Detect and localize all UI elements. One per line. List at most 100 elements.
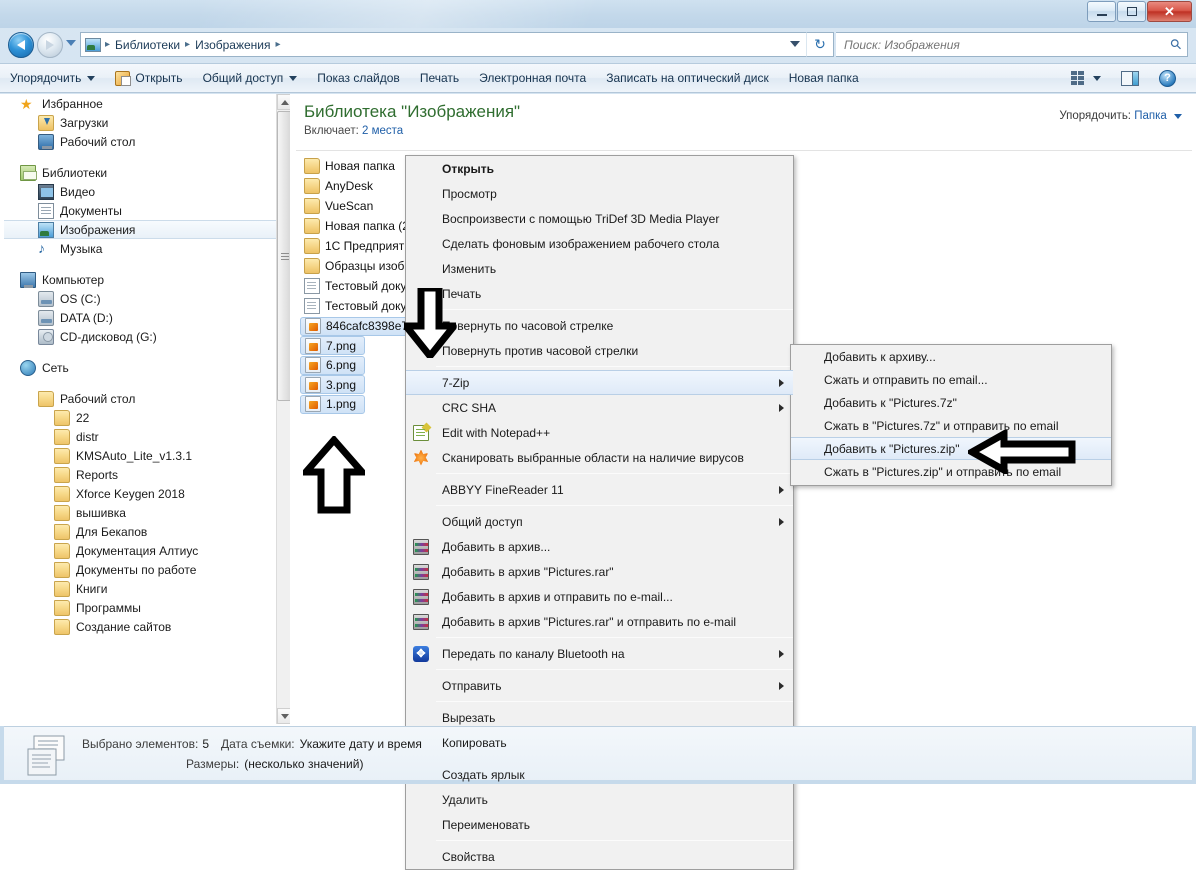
menu-item-edit-notepadpp[interactable]: Edit with Notepad++ <box>406 420 793 445</box>
toolbar-new-folder[interactable]: Новая папка <box>779 66 869 90</box>
sidebar-item-kmsauto[interactable]: KMSAuto_Lite_v1.3.1 <box>4 446 290 465</box>
sidebar-item-os-c[interactable]: OS (C:) <box>4 289 290 308</box>
menu-item-preview[interactable]: Просмотр <box>406 181 793 206</box>
toolbar-open[interactable]: Открыть <box>105 66 192 90</box>
menu-item-rotate-ccw[interactable]: Повернуть против часовой стрелки <box>406 338 793 363</box>
breadcrumb-item-libraries[interactable]: Библиотеки <box>112 38 183 52</box>
preview-pane-button[interactable] <box>1111 66 1149 90</box>
scroll-up-button[interactable] <box>277 94 290 110</box>
sidebar-item-cd-g[interactable]: CD-дисковод (G:) <box>4 327 290 346</box>
submenu-item-compress-zip-email[interactable]: Сжать в "Pictures.zip" и отправить по em… <box>791 460 1111 483</box>
navigation-pane[interactable]: ★ Избранное Загрузки Рабочий стол Библио… <box>4 94 290 724</box>
history-dropdown-icon[interactable] <box>66 40 76 46</box>
menu-item-create-shortcut[interactable]: Создать ярлык <box>406 762 793 787</box>
status-date-value[interactable]: Укажите дату и время <box>300 737 422 751</box>
toolbar-slideshow[interactable]: Показ слайдов <box>307 66 410 90</box>
toolbar-organize[interactable]: Упорядочить <box>0 66 105 90</box>
menu-item-rotate-cw[interactable]: Повернуть по часовой стрелке <box>406 313 793 338</box>
breadcrumb-separator-2[interactable]: ▸ <box>274 39 283 50</box>
change-view-button[interactable] <box>1061 66 1111 90</box>
list-item[interactable]: 6.png <box>300 355 366 375</box>
minimize-button[interactable] <box>1087 1 1116 22</box>
sidebar-item-distr[interactable]: distr <box>4 427 290 446</box>
sidebar-item-vyshivka[interactable]: вышивка <box>4 503 290 522</box>
sidebar-item-xforce[interactable]: Xforce Keygen 2018 <box>4 484 290 503</box>
sidebar-item-data-d[interactable]: DATA (D:) <box>4 308 290 327</box>
menu-item-edit[interactable]: Изменить <box>406 256 793 281</box>
list-item[interactable]: 1.png <box>300 394 366 414</box>
menu-item-7zip[interactable]: 7-Zip <box>406 370 793 395</box>
sidebar-item-backups[interactable]: Для Бекапов <box>4 522 290 541</box>
address-dropdown-icon[interactable] <box>790 41 800 47</box>
search-box[interactable]: ⚲ <box>836 32 1188 57</box>
sidebar-item-work-docs[interactable]: Документы по работе <box>4 560 290 579</box>
scroll-down-button[interactable] <box>277 708 290 724</box>
maximize-button[interactable] <box>1117 1 1146 22</box>
submenu-item-compress-7z-email[interactable]: Сжать в "Pictures.7z" и отправить по ema… <box>791 414 1111 437</box>
submenu-item-compress-email[interactable]: Сжать и отправить по email... <box>791 368 1111 391</box>
menu-item-rar-add-pictures[interactable]: Добавить в архив "Pictures.rar" <box>406 559 793 584</box>
help-button[interactable]: ? <box>1149 66 1186 90</box>
sidebar-item-programs[interactable]: Программы <box>4 598 290 617</box>
navigation-scrollbar[interactable] <box>276 94 290 724</box>
submenu-7zip[interactable]: Добавить к архиву... Сжать и отправить п… <box>790 344 1112 486</box>
arrange-by-control[interactable]: Упорядочить: Папка <box>1059 110 1182 122</box>
sidebar-item-documents[interactable]: Документы <box>4 201 290 220</box>
arrange-value[interactable]: Папка <box>1134 110 1167 122</box>
menu-item-rar-add-email[interactable]: Добавить в архив и отправить по e-mail..… <box>406 584 793 609</box>
sidebar-group-computer[interactable]: Компьютер <box>4 270 290 289</box>
submenu-item-add-to-archive[interactable]: Добавить к архиву... <box>791 345 1111 368</box>
scrollbar-thumb[interactable] <box>277 111 290 401</box>
submenu-item-add-pictures-7z[interactable]: Добавить к "Pictures.7z" <box>791 391 1111 414</box>
menu-item-crc-sha[interactable]: CRC SHA <box>406 395 793 420</box>
toolbar-print[interactable]: Печать <box>410 66 469 90</box>
toolbar-email[interactable]: Электронная почта <box>469 66 596 90</box>
toolbar-burn[interactable]: Записать на оптический диск <box>596 66 779 90</box>
menu-item-properties[interactable]: Свойства <box>406 844 793 869</box>
menu-item-print[interactable]: Печать <box>406 281 793 306</box>
back-button[interactable] <box>8 32 34 58</box>
menu-item-play-tridef[interactable]: Воспроизвести с помощью TriDef 3D Media … <box>406 206 793 231</box>
menu-item-abbyy-finereader[interactable]: ABBYY FineReader 11 <box>406 477 793 502</box>
menu-item-bluetooth-send[interactable]: ✥ Передать по каналу Bluetooth на <box>406 641 793 666</box>
menu-item-open[interactable]: Открыть <box>406 156 793 181</box>
menu-item-share[interactable]: Общий доступ <box>406 509 793 534</box>
sidebar-item-downloads[interactable]: Загрузки <box>4 113 290 132</box>
sidebar-item-video[interactable]: Видео <box>4 182 290 201</box>
menu-item-rename[interactable]: Переименовать <box>406 812 793 837</box>
breadcrumb-separator-0[interactable]: ▸ <box>103 39 112 50</box>
refresh-button[interactable]: ↻ <box>806 32 834 57</box>
sidebar-item-altius-docs[interactable]: Документация Алтиус <box>4 541 290 560</box>
close-button[interactable]: ✕ <box>1147 1 1192 22</box>
sidebar-group-libraries[interactable]: Библиотеки <box>4 163 290 182</box>
sidebar-item-site-building[interactable]: Создание сайтов <box>4 617 290 636</box>
library-includes-link[interactable]: 2 места <box>362 125 403 137</box>
pane-splitter[interactable] <box>291 94 294 724</box>
menu-item-rar-add[interactable]: Добавить в архив... <box>406 534 793 559</box>
forward-button[interactable] <box>37 32 63 58</box>
sidebar-item-desktop[interactable]: Рабочий стол <box>4 132 290 151</box>
sidebar-item-pictures[interactable]: Изображения <box>4 220 290 239</box>
breadcrumb[interactable]: ▸ Библиотеки ▸ Изображения ▸ <box>80 32 806 57</box>
menu-item-copy[interactable]: Копировать <box>406 730 793 755</box>
sidebar-item-music[interactable]: ♪ Музыка <box>4 239 290 258</box>
submenu-item-add-pictures-zip[interactable]: Добавить к "Pictures.zip" <box>791 437 1111 460</box>
list-item[interactable]: 3.png <box>300 375 366 394</box>
toolbar-share[interactable]: Общий доступ <box>193 66 308 90</box>
context-menu[interactable]: Открыть Просмотр Воспроизвести с помощью… <box>405 155 794 870</box>
menu-item-cut[interactable]: Вырезать <box>406 705 793 730</box>
sidebar-group-network[interactable]: Сеть <box>4 358 290 377</box>
sidebar-item-books[interactable]: Книги <box>4 579 290 598</box>
menu-item-rar-add-pictures-email[interactable]: Добавить в архив "Pictures.rar" и отправ… <box>406 609 793 634</box>
sidebar-item-desktop-tree[interactable]: Рабочий стол <box>4 389 290 408</box>
breadcrumb-separator-1[interactable]: ▸ <box>183 39 192 50</box>
menu-item-delete[interactable]: Удалить <box>406 787 793 812</box>
sidebar-item-reports[interactable]: Reports <box>4 465 290 484</box>
menu-item-scan-virus[interactable]: Сканировать выбранные области на наличие… <box>406 445 793 470</box>
menu-item-send-to[interactable]: Отправить <box>406 673 793 698</box>
menu-item-set-wallpaper[interactable]: Сделать фоновым изображением рабочего ст… <box>406 231 793 256</box>
list-item[interactable]: 7.png <box>300 336 366 355</box>
breadcrumb-item-pictures[interactable]: Изображения <box>192 38 273 52</box>
sidebar-item-22[interactable]: 22 <box>4 408 290 427</box>
sidebar-group-favorites[interactable]: ★ Избранное <box>4 94 290 113</box>
